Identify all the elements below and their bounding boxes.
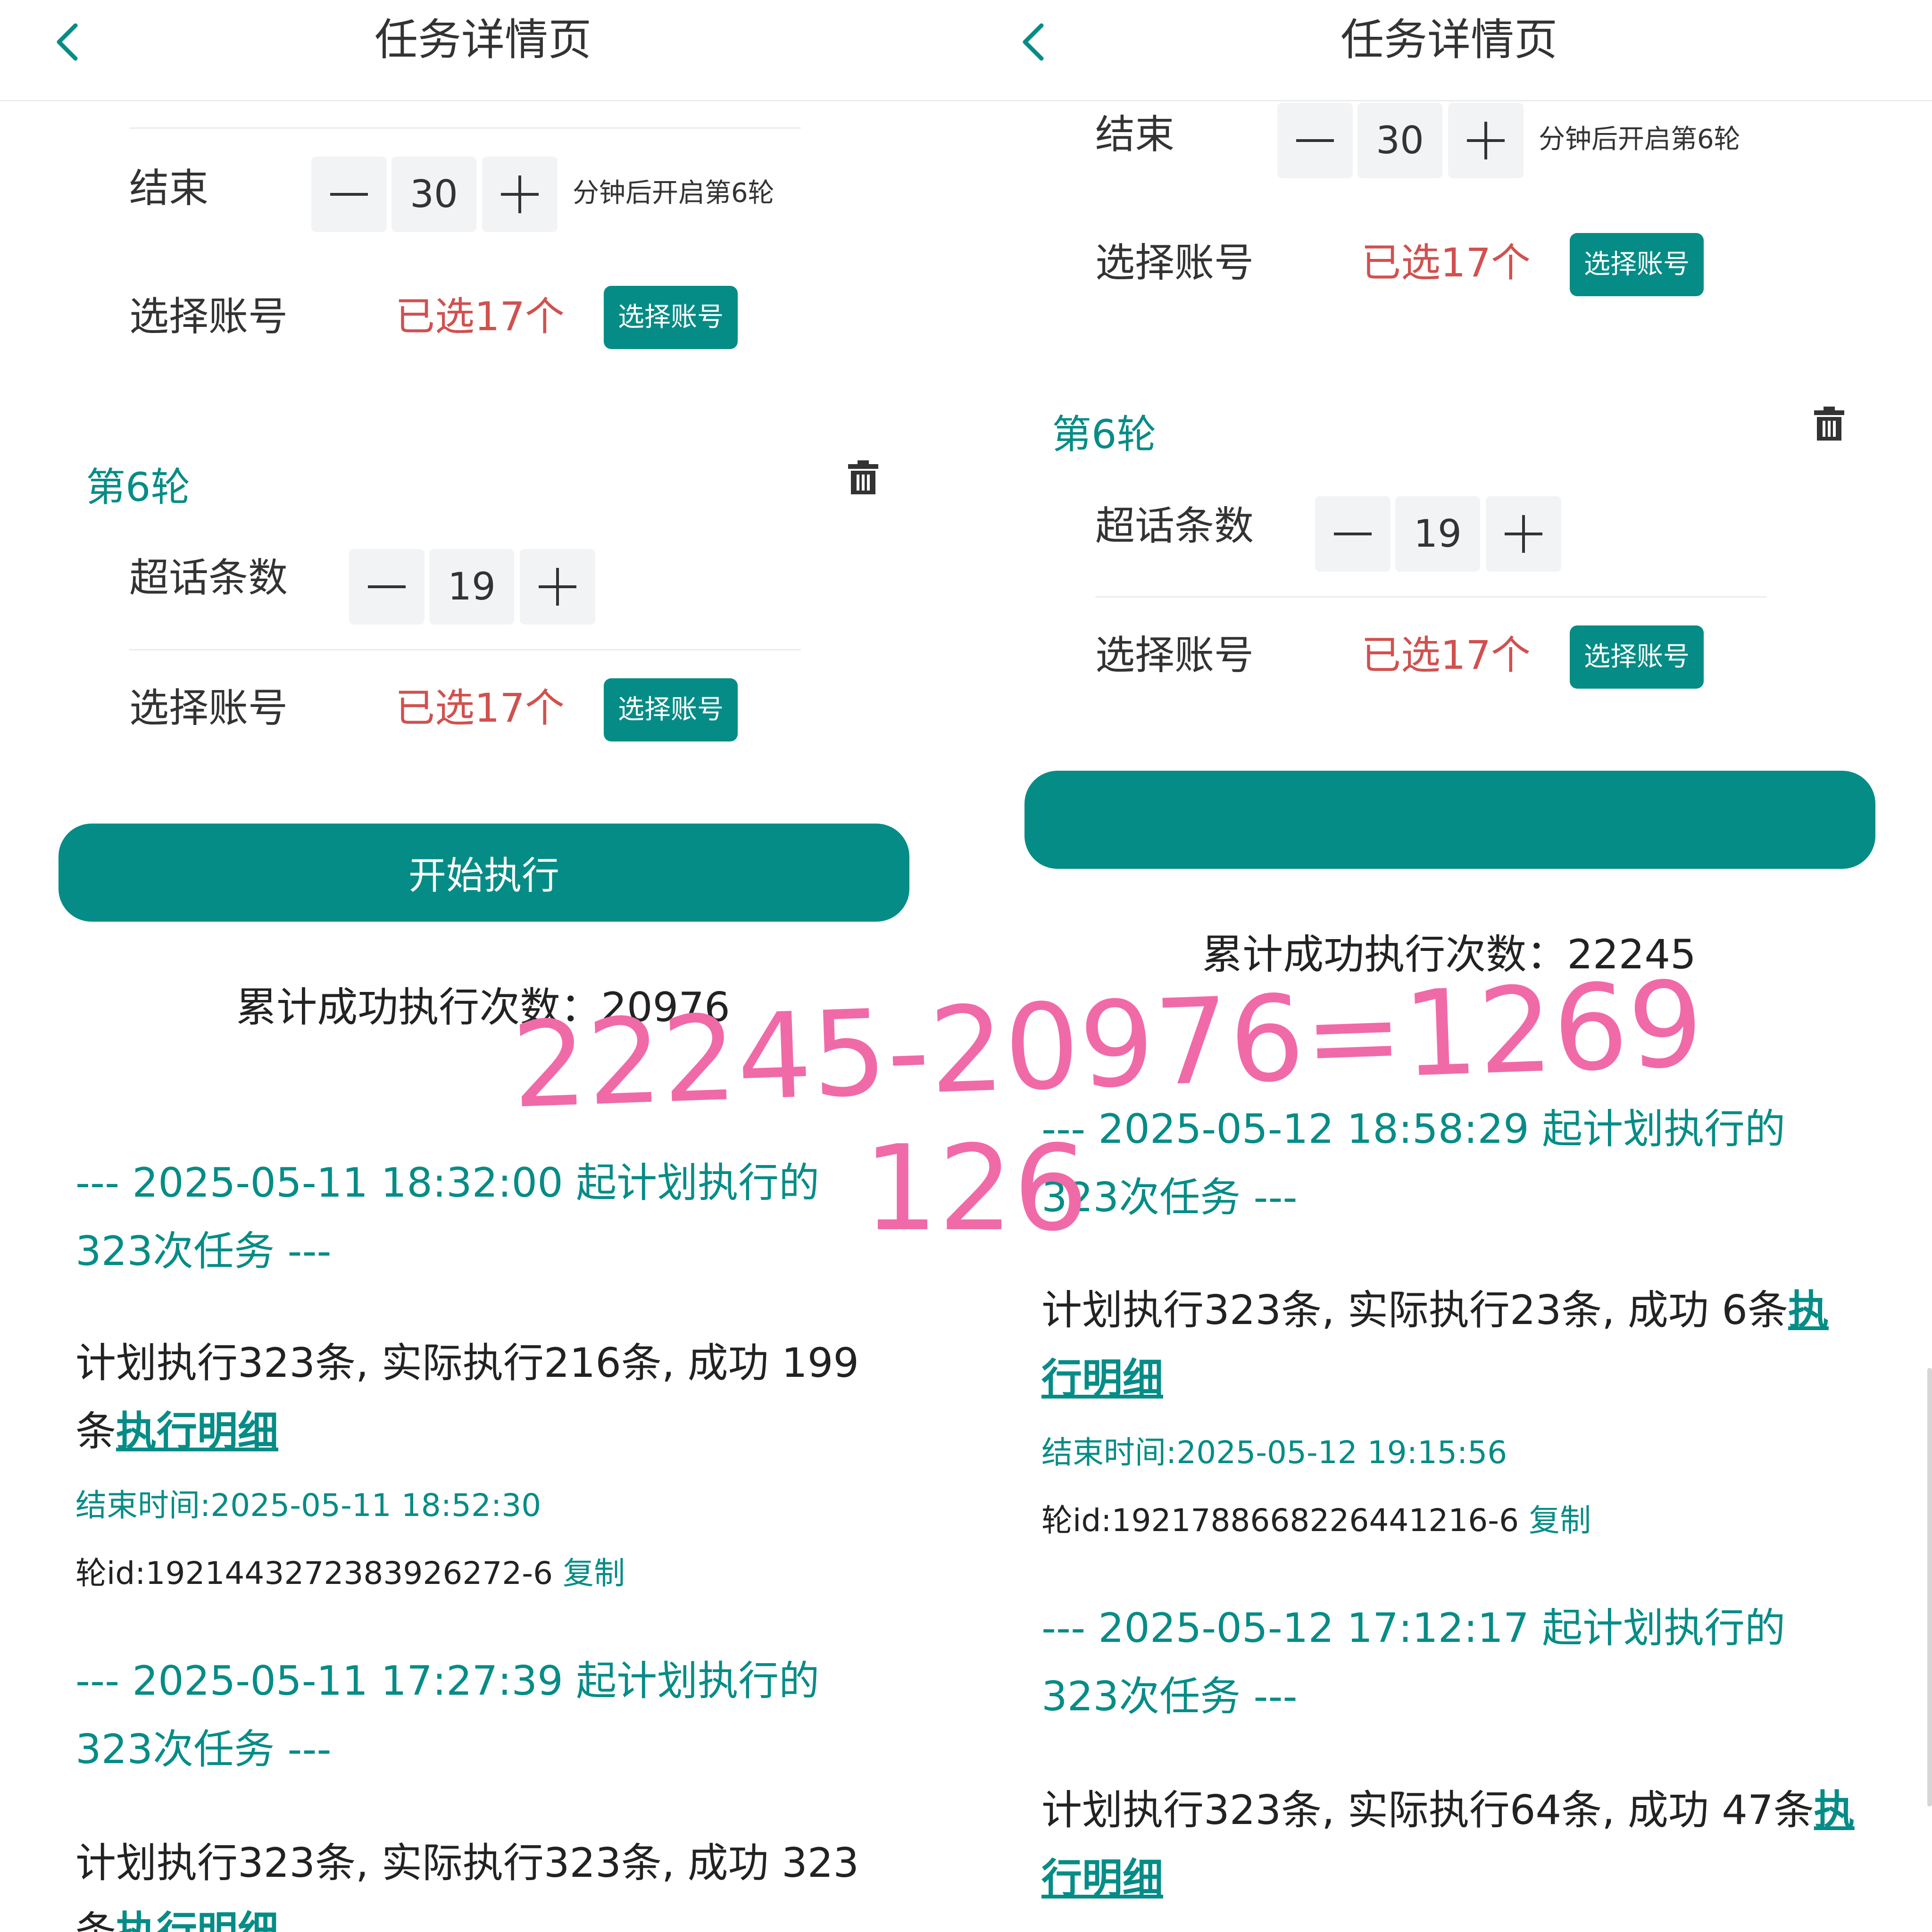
task-summary: 计划执行323条, 实际执行23条, 成功 6条执行明细	[1041, 1276, 1862, 1413]
minus-icon	[330, 193, 368, 196]
increment-button[interactable]	[1448, 103, 1524, 178]
end-hint: 分钟后开启第6轮	[573, 178, 774, 208]
left-screenshot: 任务详情页 结束 30 分钟后开启第6轮 选择账号 已选17个 选择账号 第6轮…	[0, 0, 966, 1932]
topic-count-stepper: 19	[349, 549, 595, 625]
selected-count: 已选17个	[395, 685, 565, 731]
plus-icon	[539, 568, 576, 606]
end-minutes-stepper: 30	[311, 157, 558, 232]
topic-count-label: 超话条数	[129, 555, 288, 601]
end-minutes-value[interactable]: 30	[391, 157, 476, 232]
round-id-row: 轮id:1921788668226441216-6 复制	[1041, 1497, 1591, 1544]
end-time: 结束时间:2025-05-12 19:15:56	[1041, 1434, 1507, 1471]
trash-icon[interactable]	[847, 460, 879, 494]
task-header: --- 2025-05-11 18:32:00 起计划执行的 323次任务 --…	[75, 1159, 820, 1275]
execution-detail-link[interactable]: 执行明细	[116, 1408, 278, 1455]
minus-icon	[1334, 533, 1372, 535]
minus-icon	[368, 585, 406, 588]
task-summary: 计划执行323条, 实际执行216条, 成功 199条执行明细	[75, 1329, 896, 1466]
copy-link[interactable]: 复制	[563, 1555, 625, 1591]
select-account-label: 选择账号	[129, 685, 288, 731]
decrement-button[interactable]	[349, 549, 425, 625]
select-account-label: 选择账号	[129, 293, 288, 340]
end-minutes-value[interactable]: 30	[1357, 103, 1442, 178]
header: 任务详情页	[0, 0, 966, 101]
task-header: --- 2025-05-12 18:58:29 起计划执行的 323次任务 --…	[1041, 1106, 1786, 1221]
task-summary: 计划执行323条, 实际执行64条, 成功 47条执行明细	[1041, 1776, 1862, 1913]
round-id-row: 轮id:1921443272383926272-6 复制	[75, 1550, 625, 1597]
increment-button[interactable]	[482, 157, 558, 232]
round-title: 第6轮	[86, 464, 191, 510]
plus-icon	[1505, 515, 1542, 553]
select-account-button[interactable]: 选择账号	[1570, 233, 1704, 296]
start-execution-button[interactable]: 开始执行	[58, 824, 909, 922]
selected-count: 已选17个	[395, 293, 565, 340]
start-execution-button[interactable]	[1024, 771, 1875, 869]
task-header: --- 2025-05-11 17:27:39 起计划执行的 323次任务 --…	[75, 1657, 820, 1773]
row-divider	[129, 127, 801, 129]
trash-icon[interactable]	[1813, 407, 1845, 441]
minus-icon	[1296, 139, 1334, 142]
page-title: 任务详情页	[1340, 15, 1557, 65]
decrement-button[interactable]	[311, 157, 387, 232]
round-title: 第6轮	[1052, 411, 1157, 458]
round-id: 轮id:1921788668226441216-6	[1041, 1502, 1519, 1539]
end-hint: 分钟后开启第6轮	[1539, 124, 1740, 155]
select-account-label: 选择账号	[1095, 240, 1254, 286]
end-minutes-stepper: 30	[1277, 103, 1524, 178]
increment-button[interactable]	[1486, 496, 1561, 572]
select-account-button[interactable]: 选择账号	[604, 678, 738, 741]
increment-button[interactable]	[520, 549, 595, 625]
task-header: --- 2025-05-12 17:12:17 起计划执行的 323次任务 --…	[1041, 1605, 1786, 1720]
copy-link[interactable]: 复制	[1529, 1502, 1591, 1539]
decrement-button[interactable]	[1315, 496, 1391, 572]
round-id: 轮id:1921443272383926272-6	[75, 1555, 553, 1591]
selected-count: 已选17个	[1361, 240, 1531, 286]
topic-count-value[interactable]: 19	[1395, 496, 1480, 572]
end-label: 结束	[129, 165, 209, 211]
select-account-button[interactable]: 选择账号	[604, 286, 738, 349]
page-title: 任务详情页	[374, 15, 591, 65]
task-summary-text: 计划执行323条, 实际执行23条, 成功 6条	[1041, 1287, 1788, 1334]
end-label: 结束	[1095, 111, 1175, 158]
plus-icon	[501, 175, 539, 213]
decrement-button[interactable]	[1277, 103, 1353, 178]
select-account-label: 选择账号	[1095, 632, 1254, 678]
scrollbar[interactable]	[1927, 1368, 1932, 1807]
row-divider	[1095, 596, 1767, 598]
task-summary: 计划执行323条, 实际执行323条, 成功 323条执行明细	[75, 1829, 896, 1932]
execution-detail-link[interactable]: 执行明细	[116, 1908, 278, 1932]
topic-count-stepper: 19	[1315, 496, 1561, 572]
end-time: 结束时间:2025-05-11 18:52:30	[75, 1487, 541, 1524]
task-summary-text: 计划执行323条, 实际执行64条, 成功 47条	[1041, 1787, 1814, 1834]
plus-icon	[1467, 122, 1505, 159]
selected-count: 已选17个	[1361, 632, 1531, 678]
topic-count-value[interactable]: 19	[429, 549, 514, 625]
header: 任务详情页	[966, 0, 1932, 101]
topic-count-label: 超话条数	[1095, 503, 1254, 549]
row-divider	[129, 649, 801, 650]
select-account-button[interactable]: 选择账号	[1570, 625, 1704, 689]
annotation-result: 126	[863, 1120, 1089, 1257]
